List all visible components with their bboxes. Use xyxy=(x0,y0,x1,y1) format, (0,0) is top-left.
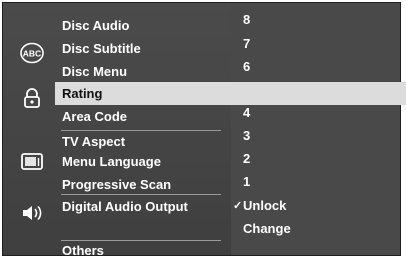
menu-item-menu-language[interactable]: Menu Language xyxy=(62,154,161,170)
menu-item-disc-menu[interactable]: Disc Menu xyxy=(62,64,127,80)
option-1[interactable]: 1 xyxy=(243,174,250,190)
menu-item-disc-audio[interactable]: Disc Audio xyxy=(62,18,129,34)
speaker-icon xyxy=(23,205,42,221)
option-3[interactable]: 3 xyxy=(243,128,250,144)
setup-menu-window: ABC Disc Audio Disc Subtitle Disc Menu T… xyxy=(2,2,406,258)
selected-row-highlight: Rating xyxy=(55,82,406,105)
options-panel: 8 7 6 5 4 3 2 1 ✓ Unlock Change xyxy=(231,3,400,255)
menu-item-progressive-scan[interactable]: Progressive Scan xyxy=(62,177,171,193)
svg-text:ABC: ABC xyxy=(23,49,41,59)
option-unlock-label: Unlock xyxy=(243,198,287,213)
menu-item-digital-audio-output[interactable]: Digital Audio Output xyxy=(62,199,188,215)
option-unlock[interactable]: ✓ Unlock xyxy=(233,198,287,214)
menu-item-disc-subtitle[interactable]: Disc Subtitle xyxy=(62,41,141,57)
menu-divider xyxy=(61,194,221,195)
option-4[interactable]: 4 xyxy=(243,105,250,121)
option-6[interactable]: 6 xyxy=(243,59,250,75)
menu-item-rating[interactable]: Rating xyxy=(62,86,102,102)
menu-item-others[interactable]: Others xyxy=(62,243,104,259)
menu-category-panel: ABC Disc Audio Disc Subtitle Disc Menu T… xyxy=(3,3,231,258)
tv-icon xyxy=(21,153,43,170)
lock-icon xyxy=(24,88,40,108)
disc-abc-icon: ABC xyxy=(20,42,44,64)
checkmark-icon: ✓ xyxy=(233,200,243,212)
menu-item-tv-aspect[interactable]: TV Aspect xyxy=(62,134,125,150)
menu-item-area-code[interactable]: Area Code xyxy=(62,109,127,125)
menu-divider xyxy=(61,240,221,241)
option-7[interactable]: 7 xyxy=(243,36,250,52)
option-8[interactable]: 8 xyxy=(243,12,250,28)
menu-divider xyxy=(61,130,221,131)
option-change[interactable]: Change xyxy=(243,221,291,237)
option-2[interactable]: 2 xyxy=(243,151,250,167)
